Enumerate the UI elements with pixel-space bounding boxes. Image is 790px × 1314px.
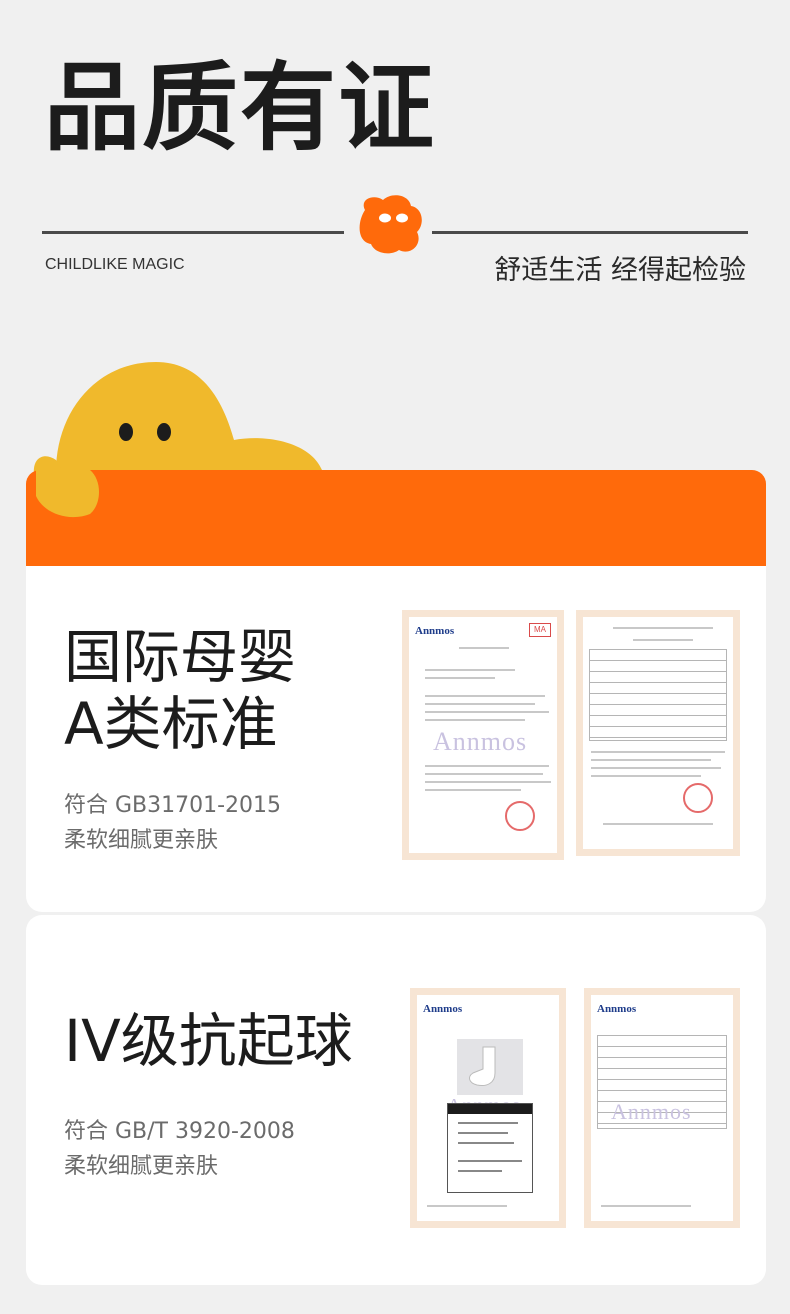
standard-description: 柔软细腻更亲肤 <box>64 828 219 854</box>
red-seal-icon <box>505 801 535 831</box>
test-report-image-3: Annmos Annmos <box>410 988 566 1228</box>
test-report-image-4: Annmos Annmos <box>584 988 740 1228</box>
mascot-paw <box>36 470 99 518</box>
page-title: 品质有证 <box>44 52 436 164</box>
card-details: 符合 GB/T 3920-2008 柔软细腻更亲肤 <box>64 1114 295 1184</box>
ma-mark-icon: MA <box>529 623 551 637</box>
card-heading: IV级抗起球 <box>64 1007 353 1075</box>
test-report-image-2 <box>576 610 740 856</box>
report-table <box>589 649 727 741</box>
annmos-logo: Annmos <box>597 1003 637 1015</box>
divider-right <box>432 231 748 234</box>
standard-description: 柔软细腻更亲肤 <box>64 1154 219 1180</box>
annmos-logo: Annmos <box>423 1003 463 1015</box>
card-details: 符合 GB31701-2015 柔软细腻更亲肤 <box>64 788 281 858</box>
brand-slogan: 舒适生活 经得起检验 <box>494 255 746 286</box>
brand-subtitle-en: CHILDLIKE MAGIC <box>45 256 185 273</box>
standard-code: 符合 GB31701-2015 <box>64 793 282 818</box>
orange-blob-face-icon <box>359 195 422 254</box>
orange-banner <box>26 470 766 566</box>
card-anti-pilling: IV级抗起球 符合 GB/T 3920-2008 柔软细腻更亲肤 Annmos … <box>26 915 766 1285</box>
divider-left <box>42 231 344 234</box>
red-seal-icon <box>683 783 713 813</box>
standard-code: 符合 GB/T 3920-2008 <box>64 1119 295 1144</box>
annmos-logo: Annmos <box>415 625 455 637</box>
card-mother-baby-standard: 国际母婴 A类标准 符合 GB31701-2015 柔软细腻更亲肤 Annmos… <box>26 566 766 912</box>
card-heading: 国际母婴 A类标准 <box>64 623 297 758</box>
care-label <box>447 1103 533 1193</box>
test-report-image-1: Annmos MA Annmos <box>402 610 564 860</box>
watermark: Annmos <box>611 1099 692 1124</box>
watermark: Annmos <box>433 727 528 756</box>
sock-sample <box>457 1039 523 1095</box>
